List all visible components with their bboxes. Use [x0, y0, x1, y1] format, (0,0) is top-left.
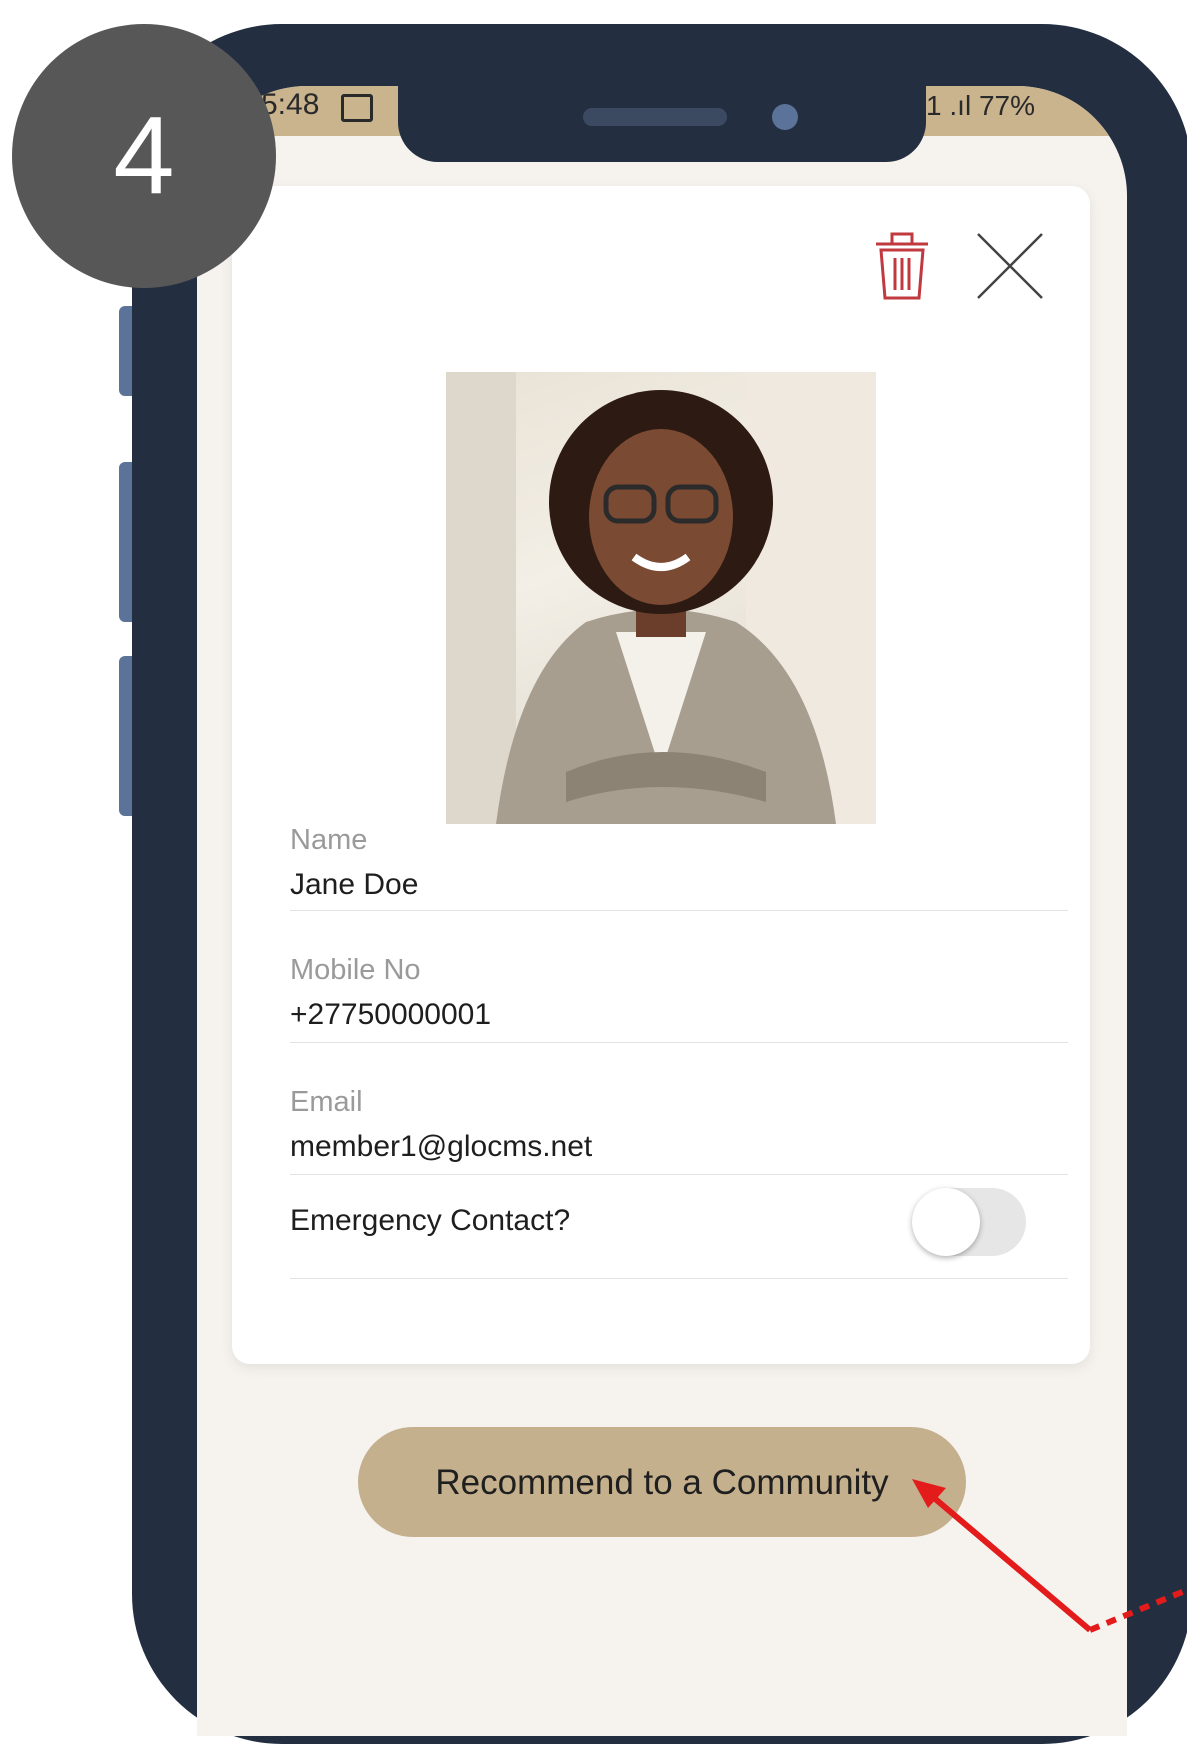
profile-photo — [446, 372, 876, 824]
emergency-contact-row: Emergency Contact? — [290, 1174, 1068, 1279]
phone-notch — [398, 86, 926, 162]
gallery-icon — [341, 94, 373, 122]
email-field: Email member1@glocms.net — [290, 1082, 1068, 1175]
field-value: +27750000001 — [290, 998, 492, 1031]
field-label: Email — [290, 1086, 363, 1118]
recommend-to-community-button[interactable]: Recommend to a Community — [358, 1427, 966, 1537]
step-number-badge: 4 — [12, 24, 276, 288]
contact-card: Name Jane Doe Mobile No +27750000001 Ema… — [232, 186, 1090, 1364]
annotation-arrow — [912, 1479, 1187, 1633]
field-value: member1@glocms.net — [290, 1130, 593, 1163]
name-field: Name Jane Doe — [290, 820, 1068, 911]
close-icon[interactable] — [974, 230, 1046, 302]
field-value: Jane Doe — [290, 868, 419, 901]
mobile-field: Mobile No +27750000001 — [290, 950, 1068, 1043]
toggle-knob — [912, 1188, 980, 1256]
field-label: Name — [290, 824, 368, 856]
field-label: Mobile No — [290, 954, 421, 986]
speaker-grille — [583, 108, 727, 126]
trash-icon[interactable] — [868, 228, 936, 304]
emergency-contact-toggle[interactable] — [912, 1188, 1026, 1256]
front-camera — [772, 104, 798, 130]
emergency-contact-label: Emergency Contact? — [290, 1204, 571, 1237]
